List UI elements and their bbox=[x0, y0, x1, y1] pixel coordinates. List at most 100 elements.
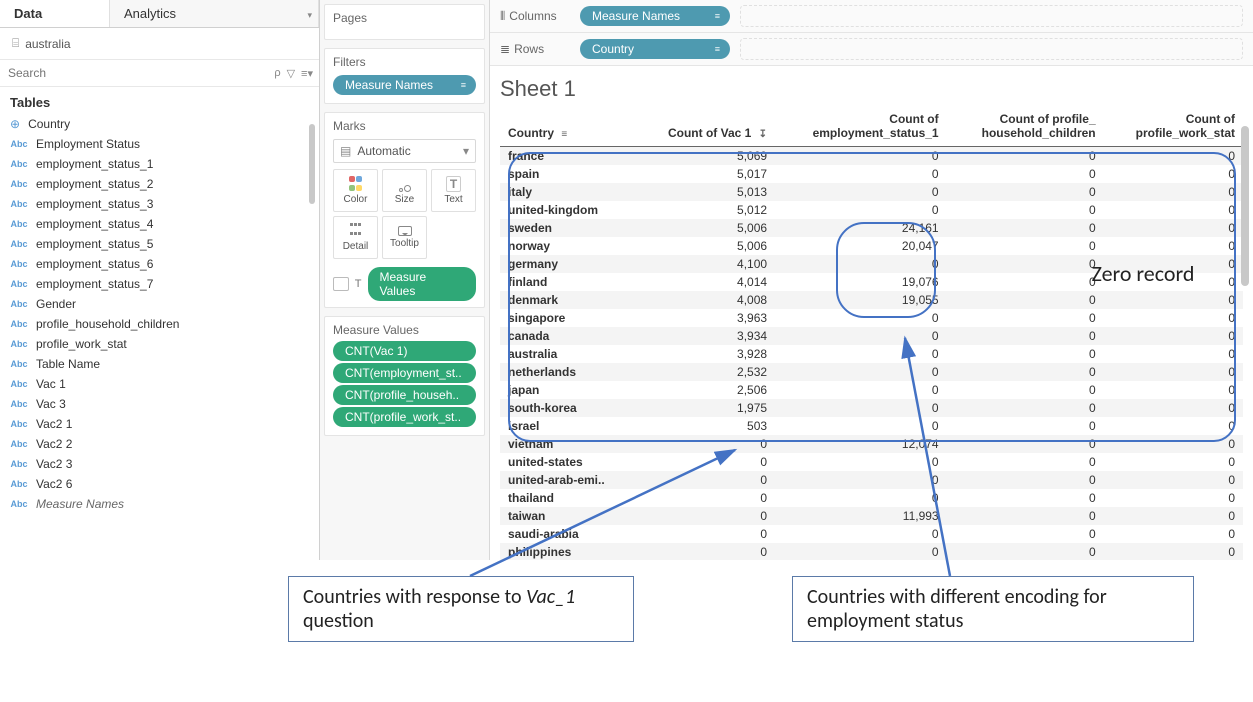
cell-value: 0 bbox=[775, 525, 947, 543]
table-row[interactable]: canada3,934000 bbox=[500, 327, 1243, 345]
field-item[interactable]: Abcemployment_status_5 bbox=[0, 234, 319, 254]
field-item[interactable]: AbcEmployment Status bbox=[0, 134, 319, 154]
table-row[interactable]: sweden5,00624,16100 bbox=[500, 219, 1243, 237]
cell-country: philippines bbox=[500, 543, 636, 560]
sheet-title[interactable]: Sheet 1 bbox=[500, 76, 1243, 102]
field-item[interactable]: Abcemployment_status_7 bbox=[0, 274, 319, 294]
measure-values-title: Measure Values bbox=[333, 323, 476, 337]
mark-tooltip-button[interactable]: Tooltip bbox=[382, 216, 427, 259]
search-input[interactable] bbox=[0, 60, 268, 86]
field-item[interactable]: Abcemployment_status_4 bbox=[0, 214, 319, 234]
table-row[interactable]: italy5,013000 bbox=[500, 183, 1243, 201]
table-row[interactable]: denmark4,00819,05500 bbox=[500, 291, 1243, 309]
measure-value-pill[interactable]: CNT(profile_househ.. bbox=[333, 385, 476, 405]
columns-shelf[interactable]: ⦀Columns Measure Names ≡ bbox=[490, 0, 1253, 33]
table-row[interactable]: south-korea1,975000 bbox=[500, 399, 1243, 417]
field-item[interactable]: Abcemployment_status_6 bbox=[0, 254, 319, 274]
search-icon[interactable]: ρ bbox=[274, 67, 280, 80]
view-toggle-icon[interactable]: ≡▾ bbox=[301, 67, 313, 80]
table-row[interactable]: finland4,01419,07600 bbox=[500, 273, 1243, 291]
header-vac1[interactable]: Count of Vac 1 ↧ bbox=[636, 110, 775, 147]
cell-value: 3,963 bbox=[636, 309, 775, 327]
table-row[interactable]: spain5,017000 bbox=[500, 165, 1243, 183]
field-item[interactable]: AbcGender bbox=[0, 294, 319, 314]
columns-pill-measure-names[interactable]: Measure Names ≡ bbox=[580, 6, 730, 26]
measure-value-pill[interactable]: CNT(profile_work_st.. bbox=[333, 407, 476, 427]
header-country-label: Country bbox=[508, 126, 554, 140]
field-item[interactable]: AbcVac 3 bbox=[0, 394, 319, 414]
filter-icon[interactable]: ▽ bbox=[287, 67, 295, 80]
table-row[interactable]: philippines0000 bbox=[500, 543, 1243, 560]
sort-icon: ≡ bbox=[715, 44, 720, 54]
tab-data[interactable]: Data bbox=[0, 0, 110, 27]
mark-text-button[interactable]: T Text bbox=[431, 169, 476, 212]
abc-icon: Abc bbox=[10, 499, 28, 509]
field-item[interactable]: AbcVac2 3 bbox=[0, 454, 319, 474]
header-country[interactable]: Country ≡ bbox=[500, 110, 636, 147]
field-item[interactable]: AbcVac2 1 bbox=[0, 414, 319, 434]
abc-icon: Abc bbox=[10, 479, 28, 489]
table-row[interactable]: japan2,506000 bbox=[500, 381, 1243, 399]
table-row[interactable]: germany4,100000 bbox=[500, 255, 1243, 273]
cell-value: 0 bbox=[775, 363, 947, 381]
table-row[interactable]: taiwan011,99300 bbox=[500, 507, 1243, 525]
table-row[interactable]: united-arab-emi..0000 bbox=[500, 471, 1243, 489]
rows-pill-country[interactable]: Country ≡ bbox=[580, 39, 730, 59]
cell-country: canada bbox=[500, 327, 636, 345]
measure-values-pill[interactable]: Measure Values bbox=[368, 267, 476, 301]
field-item[interactable]: AbcVac 1 bbox=[0, 374, 319, 394]
field-item[interactable]: Abcemployment_status_3 bbox=[0, 194, 319, 214]
mark-color-button[interactable]: Color bbox=[333, 169, 378, 212]
field-item[interactable]: AbcMeasure Names bbox=[0, 494, 319, 514]
rows-icon: ≣ bbox=[500, 42, 510, 56]
header-employment[interactable]: Count ofemployment_status_1 bbox=[775, 110, 947, 147]
cell-value: 0 bbox=[1104, 237, 1243, 255]
field-item[interactable]: AbcTable Name bbox=[0, 354, 319, 374]
field-item[interactable]: AbcVac2 6 bbox=[0, 474, 319, 494]
table-row[interactable]: saudi-arabia0000 bbox=[500, 525, 1243, 543]
mark-detail-label: Detail bbox=[343, 241, 369, 252]
scrollbar-thumb[interactable] bbox=[309, 124, 315, 204]
table-row[interactable]: singapore3,963000 bbox=[500, 309, 1243, 327]
field-item[interactable]: Abcemployment_status_2 bbox=[0, 174, 319, 194]
pages-shelf[interactable]: Pages bbox=[324, 4, 485, 40]
table-row[interactable]: thailand0000 bbox=[500, 489, 1243, 507]
table-row[interactable]: norway5,00620,04700 bbox=[500, 237, 1243, 255]
filter-pill-measure-names[interactable]: Measure Names ≡ bbox=[333, 75, 476, 95]
field-item[interactable]: AbcVac2 2 bbox=[0, 434, 319, 454]
header-workstat[interactable]: Count ofprofile_work_stat bbox=[1104, 110, 1243, 147]
measure-value-pill[interactable]: CNT(employment_st.. bbox=[333, 363, 476, 383]
marks-type-dropdown[interactable]: ▤ Automatic ▾ bbox=[333, 139, 476, 163]
table-row[interactable]: united-kingdom5,012000 bbox=[500, 201, 1243, 219]
tab-analytics[interactable]: Analytics ▾ bbox=[110, 0, 319, 27]
table-row[interactable]: israel503000 bbox=[500, 417, 1243, 435]
datasource-row[interactable]: ⌸ australia bbox=[0, 28, 319, 59]
cell-value: 0 bbox=[1104, 363, 1243, 381]
vertical-scrollbar[interactable] bbox=[1241, 126, 1251, 552]
cell-value: 5,006 bbox=[636, 219, 775, 237]
field-item[interactable]: Abcemployment_status_1 bbox=[0, 154, 319, 174]
table-row[interactable]: netherlands2,532000 bbox=[500, 363, 1243, 381]
chevron-down-icon: ▾ bbox=[307, 10, 312, 21]
header-household[interactable]: Count of profile_household_children bbox=[947, 110, 1104, 147]
field-item[interactable]: ⊕Country bbox=[0, 114, 319, 134]
filters-shelf[interactable]: Filters Measure Names ≡ bbox=[324, 48, 485, 104]
mark-tooltip-label: Tooltip bbox=[390, 238, 419, 249]
columns-dropzone[interactable] bbox=[740, 5, 1243, 27]
table-row[interactable]: vietnam012,07400 bbox=[500, 435, 1243, 453]
field-label: employment_status_1 bbox=[36, 157, 153, 171]
measure-value-pill[interactable]: CNT(Vac 1) bbox=[333, 341, 476, 361]
rows-shelf[interactable]: ≣Rows Country ≡ bbox=[490, 33, 1253, 66]
field-item[interactable]: Abcprofile_work_stat bbox=[0, 334, 319, 354]
cell-country: netherlands bbox=[500, 363, 636, 381]
table-row[interactable]: united-states0000 bbox=[500, 453, 1243, 471]
mark-size-button[interactable]: Size bbox=[382, 169, 427, 212]
table-row[interactable]: australia3,928000 bbox=[500, 345, 1243, 363]
field-item[interactable]: Abcprofile_household_children bbox=[0, 314, 319, 334]
rows-dropzone[interactable] bbox=[740, 38, 1243, 60]
table-row[interactable]: france5,069000 bbox=[500, 147, 1243, 166]
mark-detail-button[interactable]: Detail bbox=[333, 216, 378, 259]
cell-value: 19,076 bbox=[775, 273, 947, 291]
cell-value: 0 bbox=[775, 489, 947, 507]
scrollbar-thumb[interactable] bbox=[1241, 126, 1249, 286]
